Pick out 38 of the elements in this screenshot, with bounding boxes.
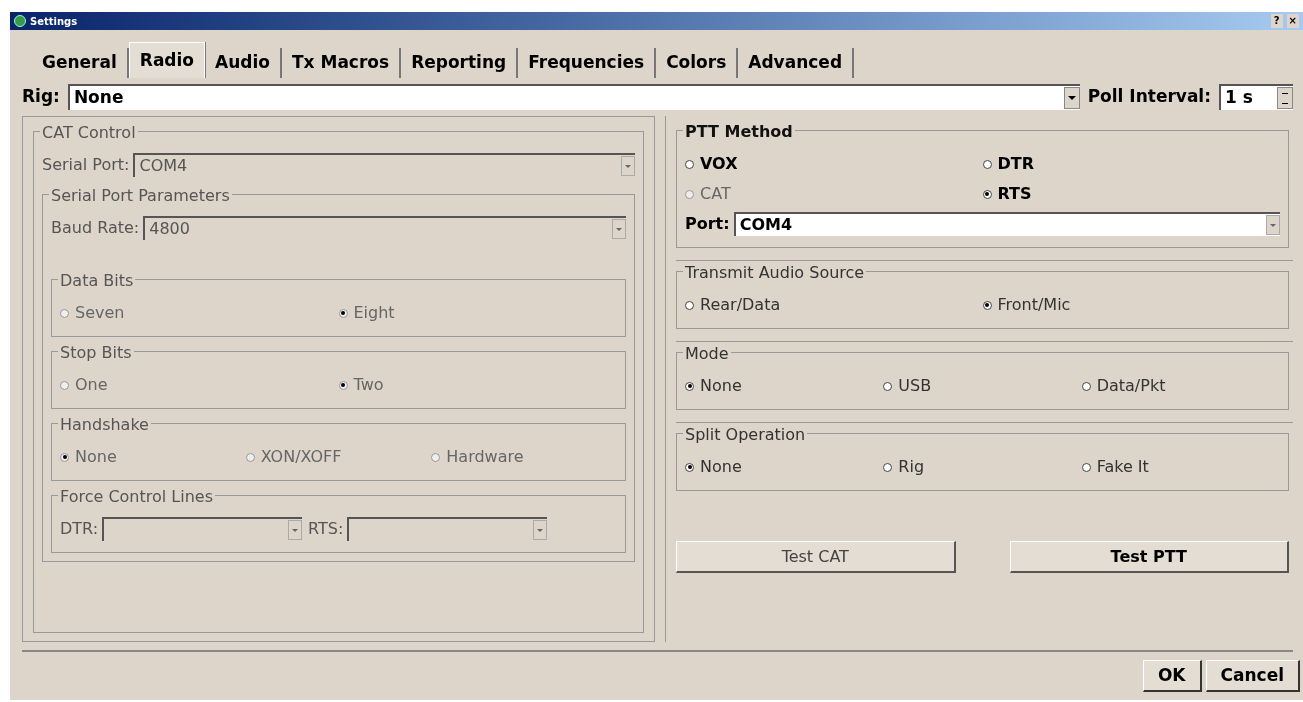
port-dropdown[interactable]: COM4: [733, 212, 1280, 236]
radio-button[interactable]: Rear/Data: [685, 290, 983, 320]
control-line-dropdown[interactable]: [102, 517, 303, 541]
close-button[interactable]: ×: [1286, 14, 1299, 28]
tab[interactable]: Tx Macros: [282, 48, 402, 78]
radio-button[interactable]: Rig: [883, 452, 1082, 482]
help-button[interactable]: ?: [1270, 14, 1283, 28]
radio-button[interactable]: Front/Mic: [982, 290, 1280, 320]
control-line-dropdown[interactable]: [347, 517, 548, 541]
poll-interval-spinbox[interactable]: 1 s: [1219, 84, 1293, 110]
tab[interactable]: Frequencies: [518, 48, 657, 78]
radio-button[interactable]: None: [685, 371, 884, 401]
rig-label: Rig:: [22, 85, 60, 109]
dialog-button[interactable]: Cancel: [1205, 660, 1300, 692]
radio-button[interactable]: DTR: [982, 149, 1280, 179]
field-label: Serial Port:: [42, 154, 130, 176]
tab[interactable]: Audio: [205, 48, 282, 78]
rig-dropdown[interactable]: None: [67, 84, 1080, 110]
tab[interactable]: Radio: [128, 42, 206, 78]
field-label: DTR:: [60, 518, 99, 540]
radio-button[interactable]: VOX: [685, 149, 983, 179]
field-label: RTS:: [308, 518, 344, 540]
test-button[interactable]: Test PTT: [1009, 541, 1289, 573]
field-label: Port:: [685, 213, 730, 235]
app-icon: [14, 15, 26, 27]
radio-button[interactable]: USB: [883, 371, 1082, 401]
radio-button[interactable]: Data/Pkt: [1081, 371, 1280, 401]
radio-button[interactable]: RTS: [982, 179, 1280, 209]
poll-interval-label: Poll Interval:: [1087, 85, 1211, 109]
tab[interactable]: Reporting: [401, 48, 519, 78]
tab[interactable]: Advanced: [738, 48, 855, 78]
dialog-button[interactable]: OK: [1142, 660, 1202, 692]
spin-arrows-icon: [1277, 87, 1293, 109]
window-title: Settings: [30, 14, 78, 29]
field-label: Baud Rate:: [51, 217, 140, 239]
radio-button[interactable]: None: [685, 452, 884, 482]
radio-button[interactable]: Fake It: [1081, 452, 1280, 482]
tab[interactable]: Colors: [656, 48, 739, 78]
